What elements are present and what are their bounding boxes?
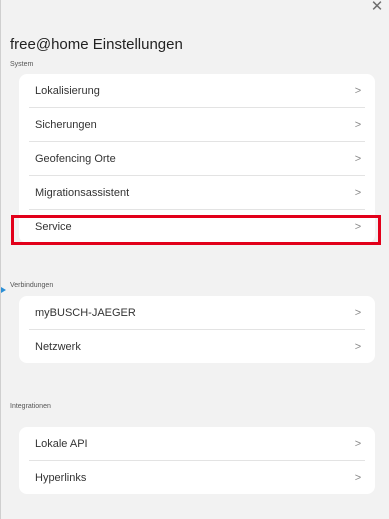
chevron-right-icon: > [354,84,362,97]
settings-item-label: myBUSCH-JAEGER [35,306,136,319]
settings-item-mybusch-jaeger[interactable]: myBUSCH-JAEGER > [29,296,365,330]
chevron-right-icon: > [354,186,362,199]
chevron-right-icon: > [354,437,362,450]
settings-item-hyperlinks[interactable]: Hyperlinks > [29,461,365,494]
settings-item-netzwerk[interactable]: Netzwerk > [29,330,365,363]
settings-panel: ✕ free@home Einstellungen System Lokalis… [0,0,389,519]
verbindungen-card: myBUSCH-JAEGER > Netzwerk > [19,296,375,363]
settings-item-migrationsassistent[interactable]: Migrationsassistent > [29,176,365,210]
system-card: Lokalisierung > Sicherungen > Geofencing… [19,74,375,243]
page-title: free@home Einstellungen [10,36,183,53]
settings-item-label: Lokale API [35,437,88,450]
settings-item-label: Migrationsassistent [35,186,130,199]
settings-item-label: Sicherungen [35,118,97,131]
close-icon[interactable]: ✕ [369,0,385,16]
settings-item-lokale-api[interactable]: Lokale API > [29,427,365,461]
settings-item-service[interactable]: Service > [29,210,365,243]
settings-item-label: Service [35,220,72,233]
settings-item-sicherungen[interactable]: Sicherungen > [29,108,365,142]
chevron-right-icon: > [354,118,362,131]
section-label-integrationen: Integrationen [10,403,51,410]
settings-item-label: Geofencing Orte [35,152,116,165]
chevron-right-icon: > [354,152,362,165]
settings-item-lokalisierung[interactable]: Lokalisierung > [29,74,365,108]
section-label-verbindungen: Verbindungen [10,282,54,289]
settings-item-label: Lokalisierung [35,84,100,97]
settings-item-label: Hyperlinks [35,471,87,484]
chevron-right-icon: > [354,220,362,233]
section-label-system: System [10,61,34,68]
chevron-right-icon: > [354,471,362,484]
settings-item-geofencing-orte[interactable]: Geofencing Orte > [29,142,365,176]
pointer-arrow-icon [1,287,6,293]
chevron-right-icon: > [354,340,362,353]
settings-item-label: Netzwerk [35,340,81,353]
integrationen-card: Lokale API > Hyperlinks > [19,427,375,494]
chevron-right-icon: > [354,306,362,319]
